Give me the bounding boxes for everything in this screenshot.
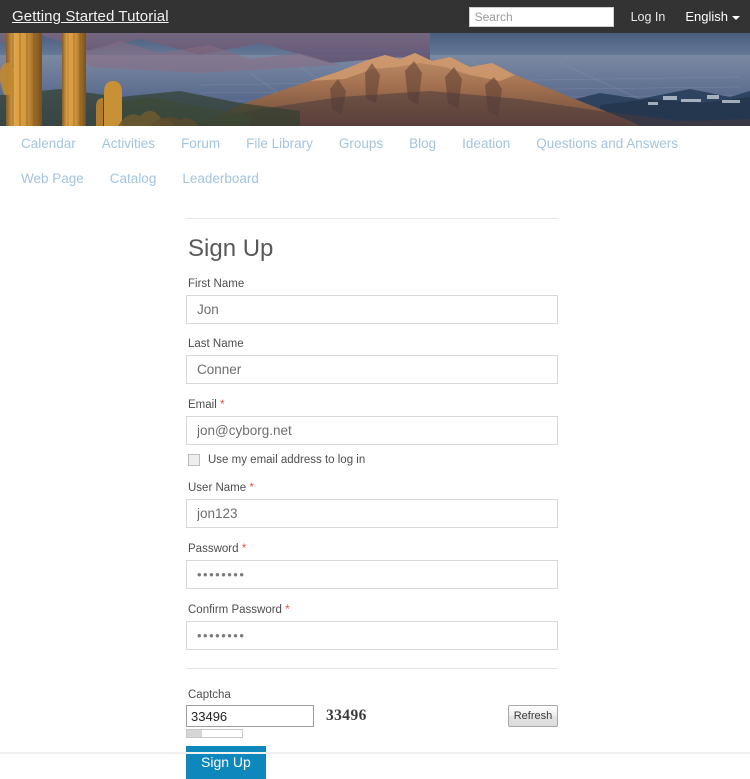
user-name-required-marker: *	[249, 480, 255, 494]
nav-links-row: Calendar Activities Forum File Library G…	[8, 126, 742, 196]
last-name-label: Last Name	[188, 337, 558, 351]
use-email-login-checkbox[interactable]	[188, 454, 200, 466]
user-name-label-text: User Name	[188, 482, 247, 494]
user-name-label: User Name *	[188, 480, 558, 495]
nav-item-groups[interactable]: Groups	[326, 126, 396, 161]
cactus-icon-2	[62, 33, 86, 126]
header-right-group: Log In English	[468, 0, 742, 33]
nav-item-ideation[interactable]: Ideation	[449, 126, 523, 161]
use-email-login-label: Use my email address to log in	[208, 454, 366, 466]
language-selector[interactable]: English	[685, 9, 740, 24]
email-input[interactable]	[186, 416, 558, 445]
chevron-down-icon	[732, 16, 740, 20]
captcha-section: Captcha 33496 Refresh	[186, 688, 558, 738]
captcha-input[interactable]	[186, 705, 314, 727]
site-title[interactable]: Getting Started Tutorial	[12, 8, 169, 25]
nav-item-activities[interactable]: Activities	[89, 126, 168, 161]
sign-up-submit-button[interactable]: Sign Up	[186, 746, 266, 779]
nav-item-leaderboard[interactable]: Leaderboard	[169, 161, 272, 196]
log-in-link[interactable]: Log In	[631, 10, 666, 24]
field-confirm-password: Confirm Password *	[186, 602, 558, 650]
captcha-scrollbar-thumb[interactable]	[187, 730, 202, 737]
field-email: Email *	[186, 397, 558, 445]
first-name-input[interactable]	[186, 295, 558, 324]
user-name-input[interactable]	[186, 499, 558, 528]
confirm-password-label: Confirm Password *	[188, 602, 558, 617]
nav-item-blog[interactable]: Blog	[396, 126, 449, 161]
first-name-label-text: First Name	[188, 278, 245, 290]
use-email-login-row[interactable]: Use my email address to log in	[188, 453, 558, 467]
nav-item-catalog[interactable]: Catalog	[97, 161, 170, 196]
top-header-bar: Getting Started Tutorial Log In English	[0, 0, 750, 33]
page-title: Sign Up	[188, 235, 274, 262]
password-input[interactable]	[186, 560, 558, 589]
site-navigation: Calendar Activities Forum File Library G…	[0, 126, 750, 186]
captcha-divider	[186, 668, 558, 669]
email-required-marker: *	[219, 397, 225, 411]
nav-item-calendar[interactable]: Calendar	[8, 126, 89, 161]
nav-item-web-page[interactable]: Web Page	[8, 161, 97, 196]
nav-item-questions-and-answers[interactable]: Questions and Answers	[523, 126, 691, 161]
captcha-challenge-text: 33496	[326, 707, 367, 724]
password-label-text: Password	[188, 543, 239, 555]
search-input[interactable]	[468, 6, 614, 27]
last-name-label-text: Last Name	[188, 338, 244, 350]
confirm-password-required-marker: *	[285, 602, 290, 616]
captcha-label: Captcha	[188, 689, 231, 701]
password-label: Password *	[188, 541, 558, 556]
banner-landscape-illustration	[0, 33, 750, 126]
captcha-refresh-button[interactable]: Refresh	[508, 705, 558, 727]
confirm-password-input[interactable]	[186, 621, 558, 650]
email-label: Email *	[188, 397, 558, 412]
top-divider	[186, 218, 558, 219]
captcha-horizontal-scrollbar[interactable]	[186, 729, 243, 738]
field-password: Password *	[186, 541, 558, 589]
password-required-marker: *	[241, 541, 247, 555]
first-name-label: First Name	[188, 277, 558, 291]
confirm-password-label-text: Confirm Password	[188, 604, 282, 616]
nav-item-forum[interactable]: Forum	[168, 126, 233, 161]
language-selector-label: English	[685, 9, 728, 24]
field-user-name: User Name *	[186, 480, 558, 528]
banner-image	[0, 33, 750, 126]
field-last-name: Last Name	[186, 337, 558, 384]
nav-item-file-library[interactable]: File Library	[233, 126, 326, 161]
last-name-input[interactable]	[186, 355, 558, 384]
field-first-name: First Name	[186, 277, 558, 324]
cactus-icon	[0, 33, 42, 126]
signup-form: Sign Up First Name Last Name Email *	[186, 218, 558, 779]
email-label-text: Email	[188, 399, 217, 411]
